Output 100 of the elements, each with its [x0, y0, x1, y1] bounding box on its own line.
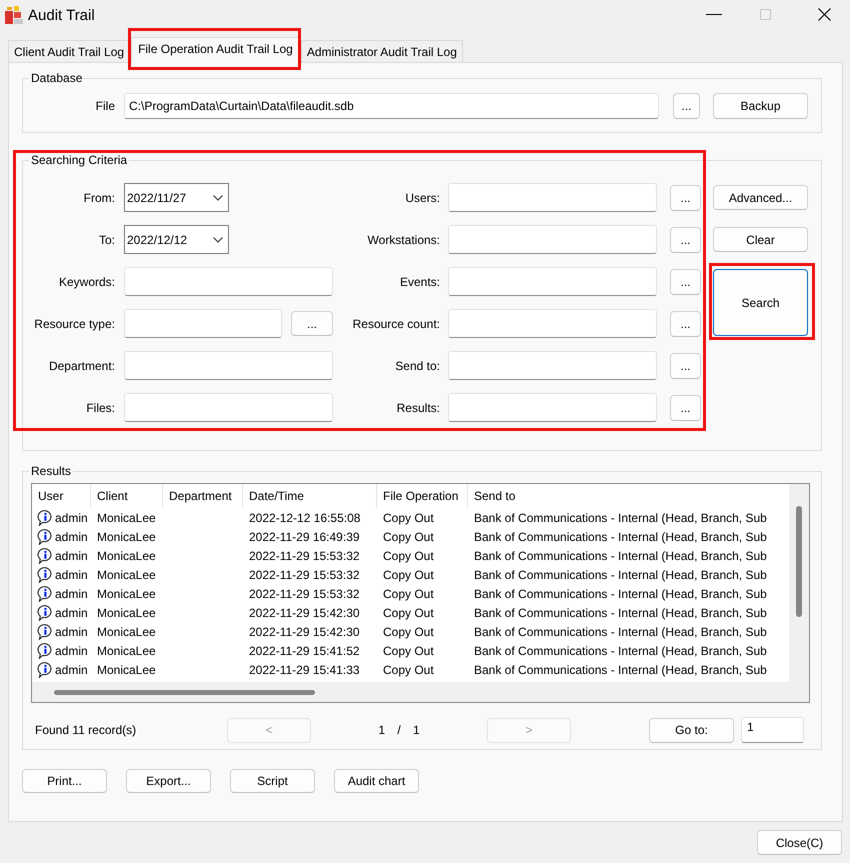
text-field[interactable]: [448, 267, 657, 296]
browse-button[interactable]: ...: [673, 92, 700, 118]
table-cell-text: 2022-11-29 16:49:39: [248, 530, 361, 544]
app-icon: [5, 6, 23, 24]
vertical-scrollbar[interactable]: [789, 484, 809, 682]
field-label: Users:: [404, 190, 441, 204]
chevron-down-icon: [213, 236, 223, 242]
table-cell-text: Copy Out: [382, 530, 435, 544]
table-cell: admin: [55, 662, 88, 676]
advanced-button[interactable]: Advanced...: [713, 185, 808, 210]
text-field[interactable]: [124, 309, 282, 338]
clear-button[interactable]: Clear: [713, 227, 808, 252]
scrollbar-thumb[interactable]: [54, 690, 315, 694]
table-cell: admin: [55, 568, 88, 582]
table-cell-text: 2022-11-29 15:53:32: [248, 548, 361, 562]
field-label: From:: [82, 190, 116, 204]
column-header[interactable]: User: [32, 484, 91, 508]
table-cell-text: 2022-11-29 15:42:30: [248, 624, 361, 638]
field-label: Events:: [398, 274, 441, 288]
field-label: Keywords:: [58, 274, 116, 288]
table-cell-text: Bank of Communications - Internal (Head, Branch, Sub: [473, 568, 768, 582]
text-field[interactable]: [124, 351, 333, 380]
table-cell-text: 2022-11-29 15:41:52: [248, 644, 361, 658]
backup-button[interactable]: Backup: [713, 92, 808, 118]
table-cell-text: Copy Out: [382, 548, 435, 562]
field-label: To:: [98, 232, 116, 246]
info-icon: [37, 528, 53, 544]
group-title: Searching Criteria: [29, 153, 130, 168]
date-picker[interactable]: 2022/11/27: [124, 183, 229, 212]
table-cell-text: 2022-11-29 15:42:30: [248, 606, 361, 620]
chevron-down-icon: [213, 194, 223, 200]
table-cell-text: Copy Out: [382, 644, 435, 658]
tab[interactable]: Administrator Audit Trail Log: [300, 40, 463, 62]
table-cell-text: MonicaLee: [96, 662, 157, 676]
field-label: Results:: [396, 400, 441, 414]
column-header[interactable]: Send to: [468, 484, 789, 508]
table-cell-text: Copy Out: [382, 624, 435, 638]
column-header[interactable]: File Operation: [377, 484, 468, 508]
info-icon: [37, 548, 53, 564]
browse-button[interactable]: ...: [291, 311, 333, 336]
table-cell: admin: [55, 606, 88, 620]
close-icon[interactable]: [818, 8, 831, 21]
info-icon: [37, 586, 53, 602]
table-cell-text: Bank of Communications - Internal (Head, Branch, Sub: [473, 530, 768, 544]
text-field[interactable]: [448, 309, 657, 338]
search-button[interactable]: Search: [713, 269, 808, 336]
text-field[interactable]: [448, 351, 657, 380]
tab[interactable]: Client Audit Trail Log: [8, 40, 130, 62]
column-header[interactable]: Date/Time: [243, 484, 377, 508]
chart-button[interactable]: Audit chart: [334, 769, 419, 793]
field-label: Resource type:: [33, 316, 116, 330]
tab[interactable]: File Operation Audit Trail Log: [131, 37, 300, 63]
browse-button[interactable]: ...: [670, 184, 701, 210]
field-label: File: [94, 98, 116, 112]
field-label: Resource count:: [352, 316, 441, 330]
file-path-field[interactable]: C:\ProgramData\Curtain\Data\fileaudit.sdb: [124, 92, 659, 118]
table-cell: admin: [55, 624, 88, 638]
text-field[interactable]: [124, 393, 333, 422]
table-cell-text: Bank of Communications - Internal (Head, Branch, Sub: [473, 662, 768, 676]
browse-button[interactable]: ...: [670, 268, 701, 294]
table-cell-text: Bank of Communications - Internal (Head, Branch, Sub: [473, 510, 768, 524]
print-button[interactable]: Print...: [22, 769, 107, 793]
text-field[interactable]: [448, 393, 657, 422]
date-picker[interactable]: 2022/12/12: [124, 225, 229, 254]
table-cell-text: Copy Out: [382, 510, 435, 524]
table-cell-text: 2022-11-29 15:53:32: [248, 568, 361, 582]
table-cell-text: MonicaLee: [96, 568, 157, 582]
page-indicator: 1 / 1: [377, 723, 421, 737]
table-cell: admin: [55, 510, 88, 524]
column-header[interactable]: Department: [163, 484, 243, 508]
browse-button[interactable]: ...: [670, 352, 701, 378]
scrollbar-thumb[interactable]: [796, 506, 802, 617]
horizontal-scrollbar[interactable]: [32, 682, 809, 702]
browse-button[interactable]: ...: [670, 226, 701, 252]
table-cell-text: MonicaLee: [96, 606, 157, 620]
browse-button[interactable]: ...: [670, 310, 701, 336]
table-cell-text: 2022-11-29 15:53:32: [248, 586, 361, 600]
browse-button[interactable]: ...: [670, 394, 701, 420]
table-cell-text: Bank of Communications - Internal (Head, Branch, Sub: [473, 624, 768, 638]
page-number-field[interactable]: 1: [741, 717, 804, 743]
text-field[interactable]: [124, 267, 333, 296]
window-title: Audit Trail: [28, 6, 95, 24]
info-icon: [37, 642, 53, 658]
table-cell-text: Copy Out: [382, 606, 435, 620]
text-field[interactable]: [448, 225, 657, 254]
script-button[interactable]: Script: [230, 769, 315, 793]
info-icon: [37, 624, 53, 640]
go-to-button[interactable]: Go to:: [649, 718, 734, 742]
table-cell-text: MonicaLee: [96, 510, 157, 524]
table-cell: admin: [55, 530, 88, 544]
table-cell-text: 2022-12-12 16:55:08: [248, 510, 362, 524]
table-cell-text: MonicaLee: [96, 644, 157, 658]
table-cell-text: Copy Out: [382, 568, 435, 582]
export-button[interactable]: Export...: [126, 769, 211, 793]
table-cell: admin: [55, 586, 88, 600]
close-button[interactable]: Close(C): [757, 830, 842, 855]
text-field[interactable]: [448, 183, 657, 212]
info-icon: [37, 662, 53, 678]
info-icon: [37, 510, 53, 526]
column-header[interactable]: Client: [91, 484, 163, 508]
